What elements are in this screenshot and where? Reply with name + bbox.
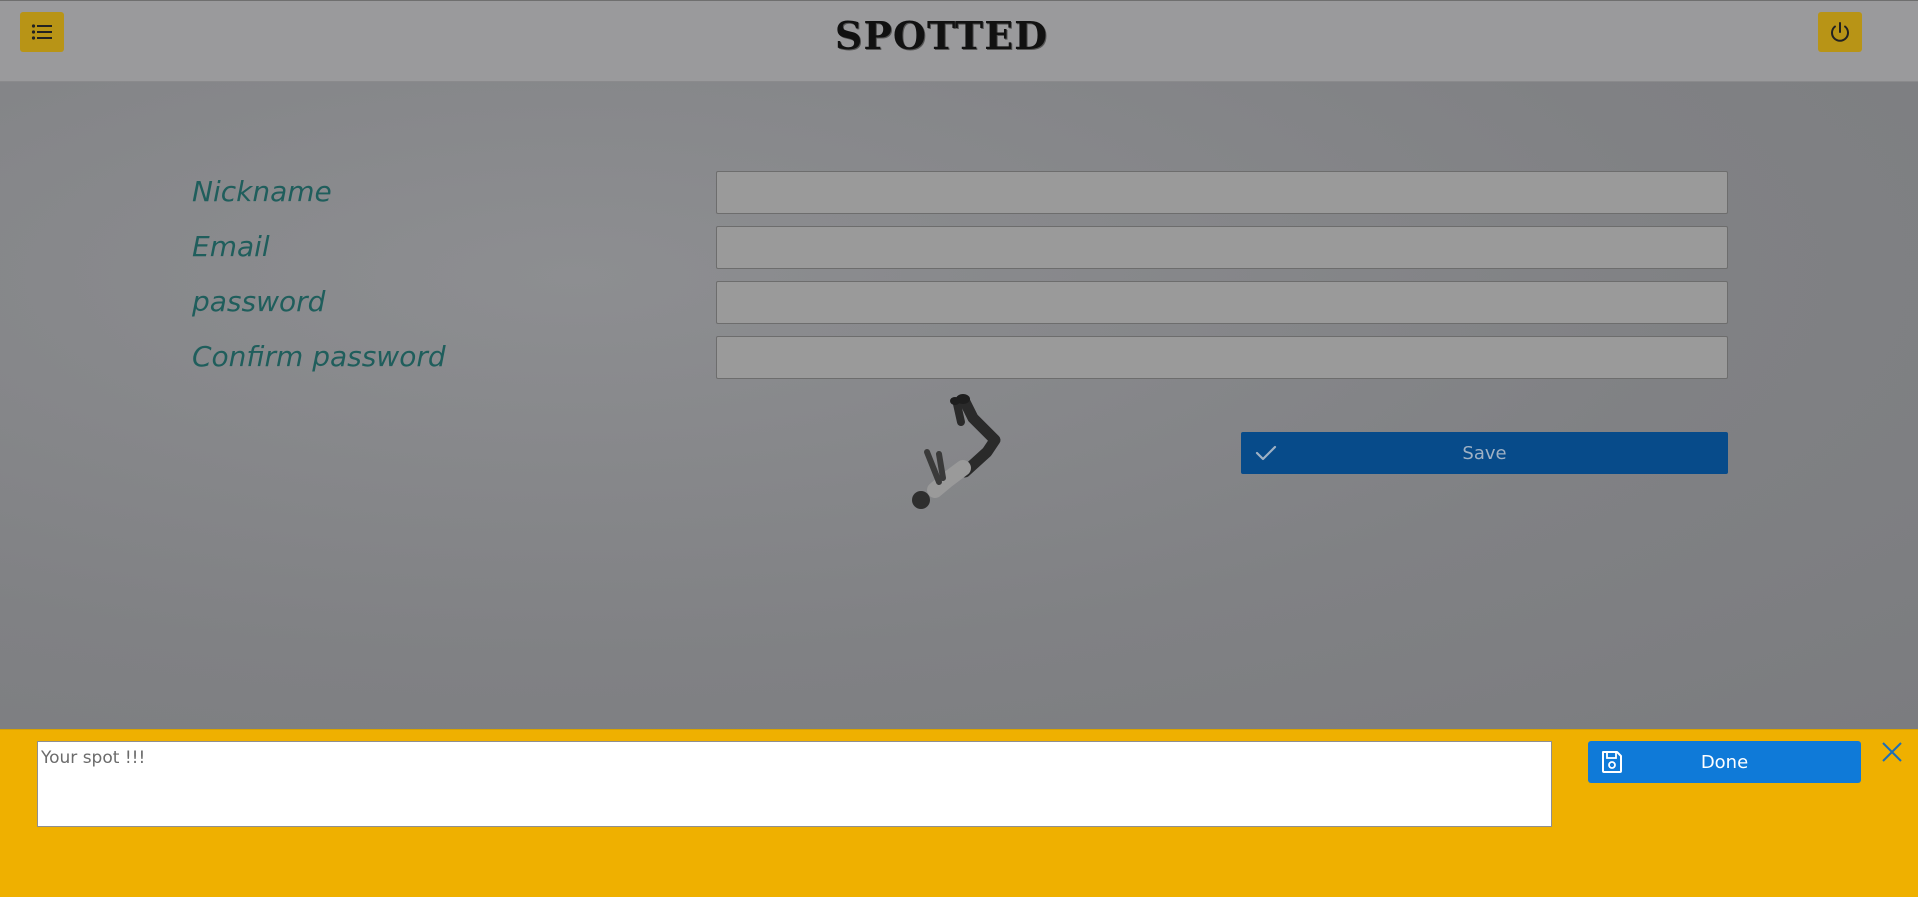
password-field[interactable]: [716, 281, 1728, 324]
brand-title: SPOTTED: [834, 13, 1049, 58]
floppy-disk-icon: [1602, 751, 1622, 773]
spot-textarea[interactable]: [37, 741, 1552, 827]
save-button[interactable]: Save: [1241, 432, 1728, 474]
confirm-password-label: Confirm password: [192, 340, 446, 373]
email-label: Email: [192, 230, 270, 263]
confirm-password-field[interactable]: [716, 336, 1728, 379]
password-label: password: [192, 285, 326, 318]
nickname-label: Nickname: [192, 175, 332, 208]
email-field[interactable]: [716, 226, 1728, 269]
falling-person-illustration: [912, 394, 1001, 509]
main-area: Nickname Email password Confirm password…: [0, 82, 1918, 729]
close-icon[interactable]: [1880, 740, 1904, 764]
power-button[interactable]: [1818, 12, 1862, 52]
top-header: SPOTTED: [0, 0, 1918, 82]
spot-bar: Done: [0, 729, 1918, 897]
checkmark-icon: [1255, 445, 1277, 461]
power-icon: [1831, 22, 1849, 42]
save-button-label: Save: [1462, 442, 1507, 464]
done-button[interactable]: Done: [1588, 741, 1861, 783]
done-button-label: Done: [1700, 751, 1749, 773]
nickname-field[interactable]: [716, 171, 1728, 214]
